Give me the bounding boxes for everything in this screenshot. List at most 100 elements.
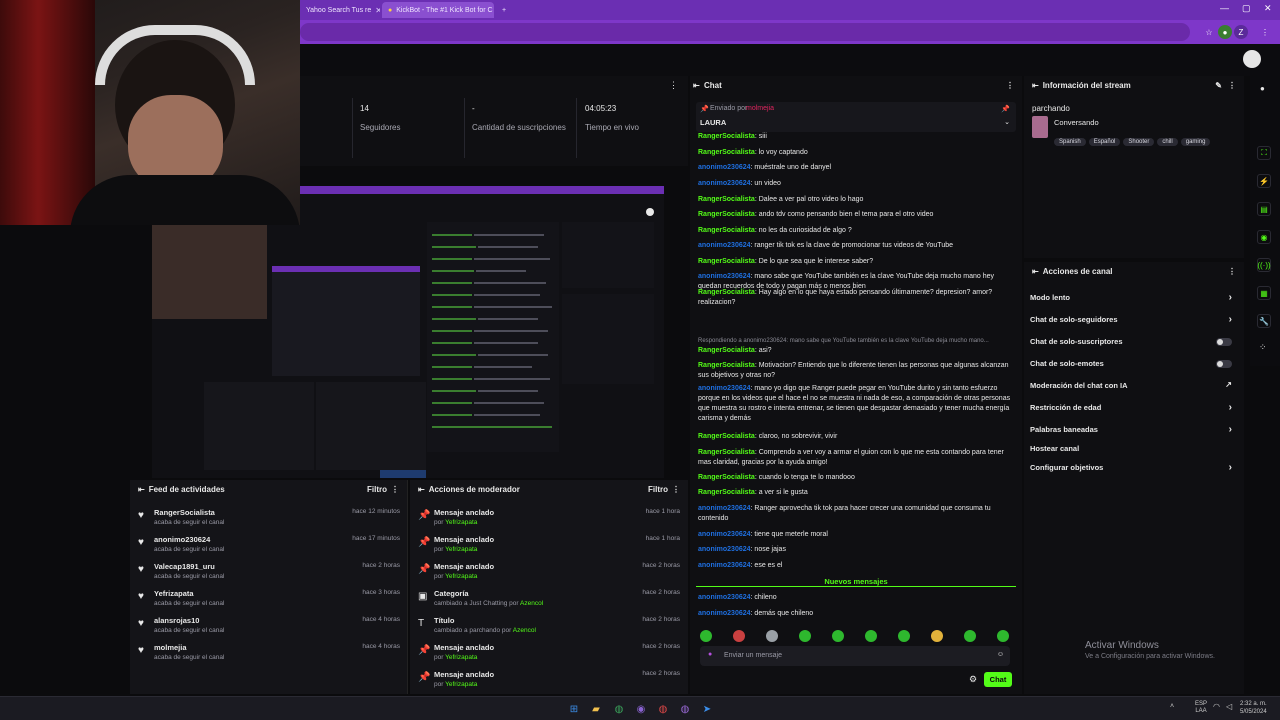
more-icon[interactable]: ⋮ bbox=[669, 80, 678, 91]
address-bar[interactable] bbox=[300, 23, 1190, 41]
unpin-icon[interactable]: 📌 bbox=[1001, 105, 1010, 113]
collapse-icon[interactable]: ⇤ bbox=[693, 81, 700, 90]
moderator-name[interactable]: Yefrizapata bbox=[445, 519, 477, 526]
follower-name[interactable]: Yefrizapata bbox=[154, 589, 194, 598]
chat-username[interactable]: RangerSocialista bbox=[698, 449, 755, 456]
telegram-icon[interactable]: ➤ bbox=[700, 702, 714, 716]
goals-action[interactable]: Configurar objetivos › bbox=[1030, 462, 1238, 477]
tag[interactable]: gaming bbox=[1180, 138, 1211, 146]
chrome-icon[interactable]: ◍ bbox=[612, 702, 626, 716]
chat-username[interactable]: anonimo230624 bbox=[698, 505, 751, 512]
moderator-name[interactable]: Azencol bbox=[513, 627, 536, 634]
info-icon[interactable]: ● bbox=[1260, 84, 1265, 93]
subscribers-only-toggle[interactable] bbox=[1216, 338, 1232, 346]
collapse-icon[interactable]: ⇤ bbox=[1032, 81, 1039, 90]
follower-name[interactable]: molmejia bbox=[154, 643, 187, 652]
banned-words-action[interactable]: Palabras baneadas › bbox=[1030, 424, 1238, 439]
menu-icon[interactable]: ⋮ bbox=[1258, 25, 1272, 39]
obs-icon[interactable]: ◉ bbox=[634, 702, 648, 716]
close-window-icon[interactable]: ✕ bbox=[1264, 3, 1272, 14]
chevron-down-icon[interactable]: ⌄ bbox=[1004, 118, 1010, 126]
stream-category[interactable]: Conversando bbox=[1054, 118, 1099, 127]
chat-username[interactable]: RangerSocialista bbox=[698, 489, 755, 496]
profile-icon[interactable]: Z bbox=[1234, 25, 1248, 39]
chat-username[interactable]: anonimo230624 bbox=[698, 164, 751, 171]
followers-only-action[interactable]: Chat de solo-seguidores › bbox=[1030, 314, 1238, 329]
chat-input[interactable]: ● Enviar un mensaje ☺ bbox=[700, 646, 1010, 666]
tag[interactable]: Español bbox=[1088, 138, 1121, 146]
emotes-only-toggle[interactable] bbox=[1216, 360, 1232, 368]
tag[interactable]: Shooter bbox=[1123, 138, 1155, 146]
chat-username[interactable]: RangerSocialista bbox=[698, 474, 755, 481]
mic-icon[interactable]: ● bbox=[708, 651, 712, 658]
stream-preview[interactable] bbox=[152, 186, 664, 478]
chat-username[interactable]: RangerSocialista bbox=[698, 196, 755, 203]
emote-icon[interactable] bbox=[799, 630, 811, 642]
moderator-name[interactable]: Azencol bbox=[520, 600, 543, 607]
more-icon[interactable]: ⋮ bbox=[391, 485, 399, 494]
emote-icon[interactable] bbox=[964, 630, 976, 642]
chat-username[interactable]: RangerSocialista bbox=[698, 211, 755, 218]
moderator-name[interactable]: Yefrizapata bbox=[445, 681, 477, 688]
language-indicator[interactable]: ESP LAA bbox=[1193, 701, 1209, 715]
more-icon[interactable]: ⋮ bbox=[1228, 267, 1236, 276]
wifi-icon[interactable]: ◠ bbox=[1213, 702, 1220, 711]
file-explorer-icon[interactable]: ▰ bbox=[589, 702, 603, 716]
tag[interactable]: Spanish bbox=[1054, 138, 1086, 146]
emote-icon[interactable] bbox=[700, 630, 712, 642]
slow-mode-action[interactable]: Modo lento › bbox=[1030, 292, 1238, 307]
chat-username[interactable]: anonimo230624 bbox=[698, 180, 751, 187]
emoji-icon[interactable]: ☺ bbox=[997, 651, 1004, 658]
windows-start-icon[interactable]: ⊞ bbox=[567, 702, 581, 716]
browser-tab[interactable]: Yahoo Search Tus re ✕ bbox=[300, 2, 380, 18]
filter-button[interactable]: Filtro bbox=[367, 485, 387, 494]
chat-username[interactable]: RangerSocialista bbox=[698, 289, 755, 296]
chat-username[interactable]: anonimo230624 bbox=[698, 546, 751, 553]
send-chat-button[interactable]: Chat bbox=[984, 672, 1012, 687]
follower-name[interactable]: alansrojas10 bbox=[154, 616, 199, 625]
emote-icon[interactable] bbox=[865, 630, 877, 642]
chat-bubble-icon[interactable]: ◉ bbox=[1257, 230, 1271, 244]
chat-username[interactable]: anonimo230624 bbox=[698, 531, 751, 538]
wrench-icon[interactable]: 🔧 bbox=[1257, 314, 1271, 328]
moderator-name[interactable]: Yefrizapata bbox=[445, 573, 477, 580]
emote-icon[interactable] bbox=[931, 630, 943, 642]
emote-icon[interactable] bbox=[832, 630, 844, 642]
follower-name[interactable]: anonimo230624 bbox=[154, 535, 210, 544]
volume-icon[interactable]: ◁ bbox=[1226, 702, 1232, 711]
chat-username[interactable]: anonimo230624 bbox=[698, 610, 751, 617]
star-icon[interactable]: ☆ bbox=[1202, 25, 1216, 39]
emote-icon[interactable] bbox=[766, 630, 778, 642]
chat-username[interactable]: anonimo230624 bbox=[698, 562, 751, 569]
grid-icon[interactable]: ⁘ bbox=[1259, 342, 1267, 353]
extension-icon[interactable]: ● bbox=[1218, 25, 1232, 39]
emote-icon[interactable] bbox=[733, 630, 745, 642]
host-channel-action[interactable]: Hostear canal bbox=[1030, 444, 1238, 458]
more-icon[interactable]: ⋮ bbox=[1228, 81, 1236, 90]
chat-username[interactable]: anonimo230624 bbox=[698, 594, 751, 601]
document-icon[interactable]: ▤ bbox=[1257, 202, 1271, 216]
pinned-message[interactable]: 📌 Enviado por molmejia LAURA 📌 ⌄ bbox=[696, 102, 1016, 132]
chat-username[interactable]: RangerSocialista bbox=[698, 258, 755, 265]
gear-icon[interactable]: ⚙ bbox=[969, 674, 977, 685]
clock[interactable]: 2:32 a. m. 5/05/2024 bbox=[1240, 700, 1267, 716]
maximize-icon[interactable]: ▢ bbox=[1242, 3, 1251, 14]
collapse-icon[interactable]: ⇤ bbox=[138, 485, 145, 494]
moderator-name[interactable]: Yefrizapata bbox=[445, 546, 477, 553]
emote-icon[interactable] bbox=[997, 630, 1009, 642]
app-icon[interactable]: ◍ bbox=[656, 702, 670, 716]
new-tab-button[interactable]: + bbox=[496, 2, 510, 18]
chat-username[interactable]: RangerSocialista bbox=[698, 227, 755, 234]
chat-username[interactable]: RangerSocialista bbox=[698, 433, 755, 440]
more-icon[interactable]: ⋮ bbox=[672, 485, 680, 494]
follower-name[interactable]: Valecap1891_uru bbox=[154, 562, 215, 571]
more-icon[interactable]: ⋮ bbox=[1006, 81, 1014, 90]
scan-icon[interactable]: ⛶ bbox=[1257, 146, 1271, 160]
follower-name[interactable]: RangerSocialista bbox=[154, 508, 215, 517]
moderator-name[interactable]: Yefrizapata bbox=[445, 654, 477, 661]
chat-username[interactable]: anonimo230624 bbox=[698, 242, 751, 249]
chat-username[interactable]: RangerSocialista bbox=[698, 133, 755, 140]
browser-icon[interactable]: ◍ bbox=[678, 702, 692, 716]
emote-icon[interactable] bbox=[898, 630, 910, 642]
chat-username[interactable]: RangerSocialista bbox=[698, 347, 755, 354]
